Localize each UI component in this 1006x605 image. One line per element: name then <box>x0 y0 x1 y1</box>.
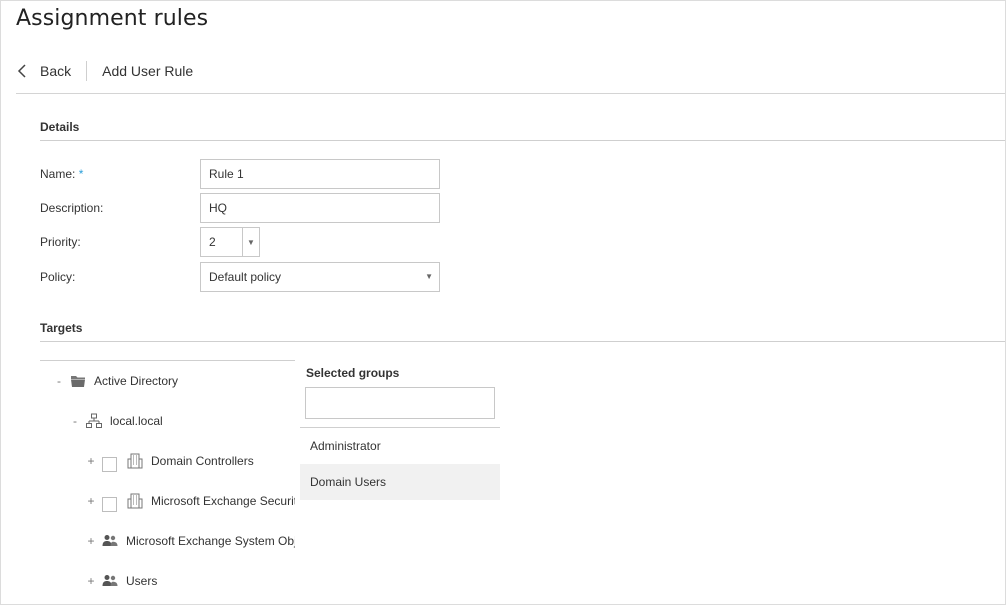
users-icon <box>102 535 118 546</box>
targets-section-title: Targets <box>40 321 83 335</box>
back-button-label: Back <box>40 63 72 79</box>
targets-section-divider <box>40 341 1005 342</box>
details-section-divider <box>40 140 1005 141</box>
toolbar-title: Add User Rule <box>102 63 194 79</box>
priority-label: Priority: <box>40 235 81 249</box>
tree-node-checkbox[interactable] <box>102 456 117 472</box>
required-marker: * <box>78 167 84 181</box>
directory-tree: - Active Directory - local.local + Domai… <box>40 361 295 604</box>
policy-select[interactable]: Default policy ▼ <box>200 262 440 292</box>
priority-value: 2 <box>209 235 216 249</box>
selected-groups-search-input[interactable] <box>305 387 495 419</box>
tree-node-domain[interactable]: - local.local <box>70 411 163 431</box>
tree-node-label: Microsoft Exchange System Objects <box>126 534 295 548</box>
app-window: Assignment rules Back Add User Rule Deta… <box>0 0 1006 605</box>
building-icon <box>127 493 143 509</box>
name-input[interactable] <box>200 159 440 189</box>
toolbar-divider-line <box>16 93 1005 94</box>
description-input[interactable] <box>200 193 440 223</box>
name-label-text: Name: <box>40 167 76 181</box>
selected-group-item[interactable]: Administrator <box>300 428 500 464</box>
details-section-title: Details <box>40 120 80 134</box>
tree-node-label: Active Directory <box>94 374 179 388</box>
chevron-left-icon <box>17 64 26 78</box>
tree-node-label: Domain Controllers <box>151 454 254 468</box>
collapse-toggle[interactable]: - <box>54 374 64 388</box>
priority-dropdown-button[interactable]: ▼ <box>242 228 259 256</box>
folder-icon <box>71 376 85 387</box>
tree-node-label: Users <box>126 574 158 588</box>
expand-toggle[interactable]: + <box>86 534 96 548</box>
tree-node-domain-controllers[interactable]: + Domain Controllers <box>86 451 254 472</box>
tree-node-active-directory[interactable]: - Active Directory <box>54 371 178 391</box>
tree-node-checkbox[interactable] <box>102 496 117 512</box>
description-label: Description: <box>40 201 104 215</box>
policy-label: Policy: <box>40 270 76 284</box>
collapse-toggle[interactable]: - <box>70 414 80 428</box>
tree-node-exchange-system-objects[interactable]: + Microsoft Exchange System Objects <box>86 531 295 551</box>
tree-node-users[interactable]: + Users <box>86 571 157 591</box>
selected-groups-title: Selected groups <box>306 366 400 380</box>
building-icon <box>127 453 143 469</box>
expand-toggle[interactable]: + <box>86 574 96 588</box>
tree-node-exchange-security-groups[interactable]: + Microsoft Exchange Security Groups <box>86 491 295 512</box>
back-button[interactable]: Back <box>16 63 71 79</box>
name-label: Name: * <box>40 167 83 181</box>
priority-select[interactable]: 2 ▼ <box>200 227 260 257</box>
selected-group-item[interactable]: Domain Users <box>300 464 500 500</box>
users-icon <box>102 575 118 586</box>
tree-node-label: Microsoft Exchange Security Groups <box>151 494 295 508</box>
policy-value: Default policy <box>209 270 282 284</box>
network-icon <box>86 413 102 428</box>
toolbar: Back Add User Rule <box>16 56 193 86</box>
caret-down-icon: ▼ <box>247 237 255 247</box>
page-title: Assignment rules <box>16 6 209 31</box>
tree-node-label: local.local <box>110 414 163 428</box>
toolbar-divider <box>86 61 88 81</box>
expand-toggle[interactable]: + <box>86 454 96 468</box>
caret-down-icon: ▼ <box>425 272 433 281</box>
expand-toggle[interactable]: + <box>86 494 96 508</box>
